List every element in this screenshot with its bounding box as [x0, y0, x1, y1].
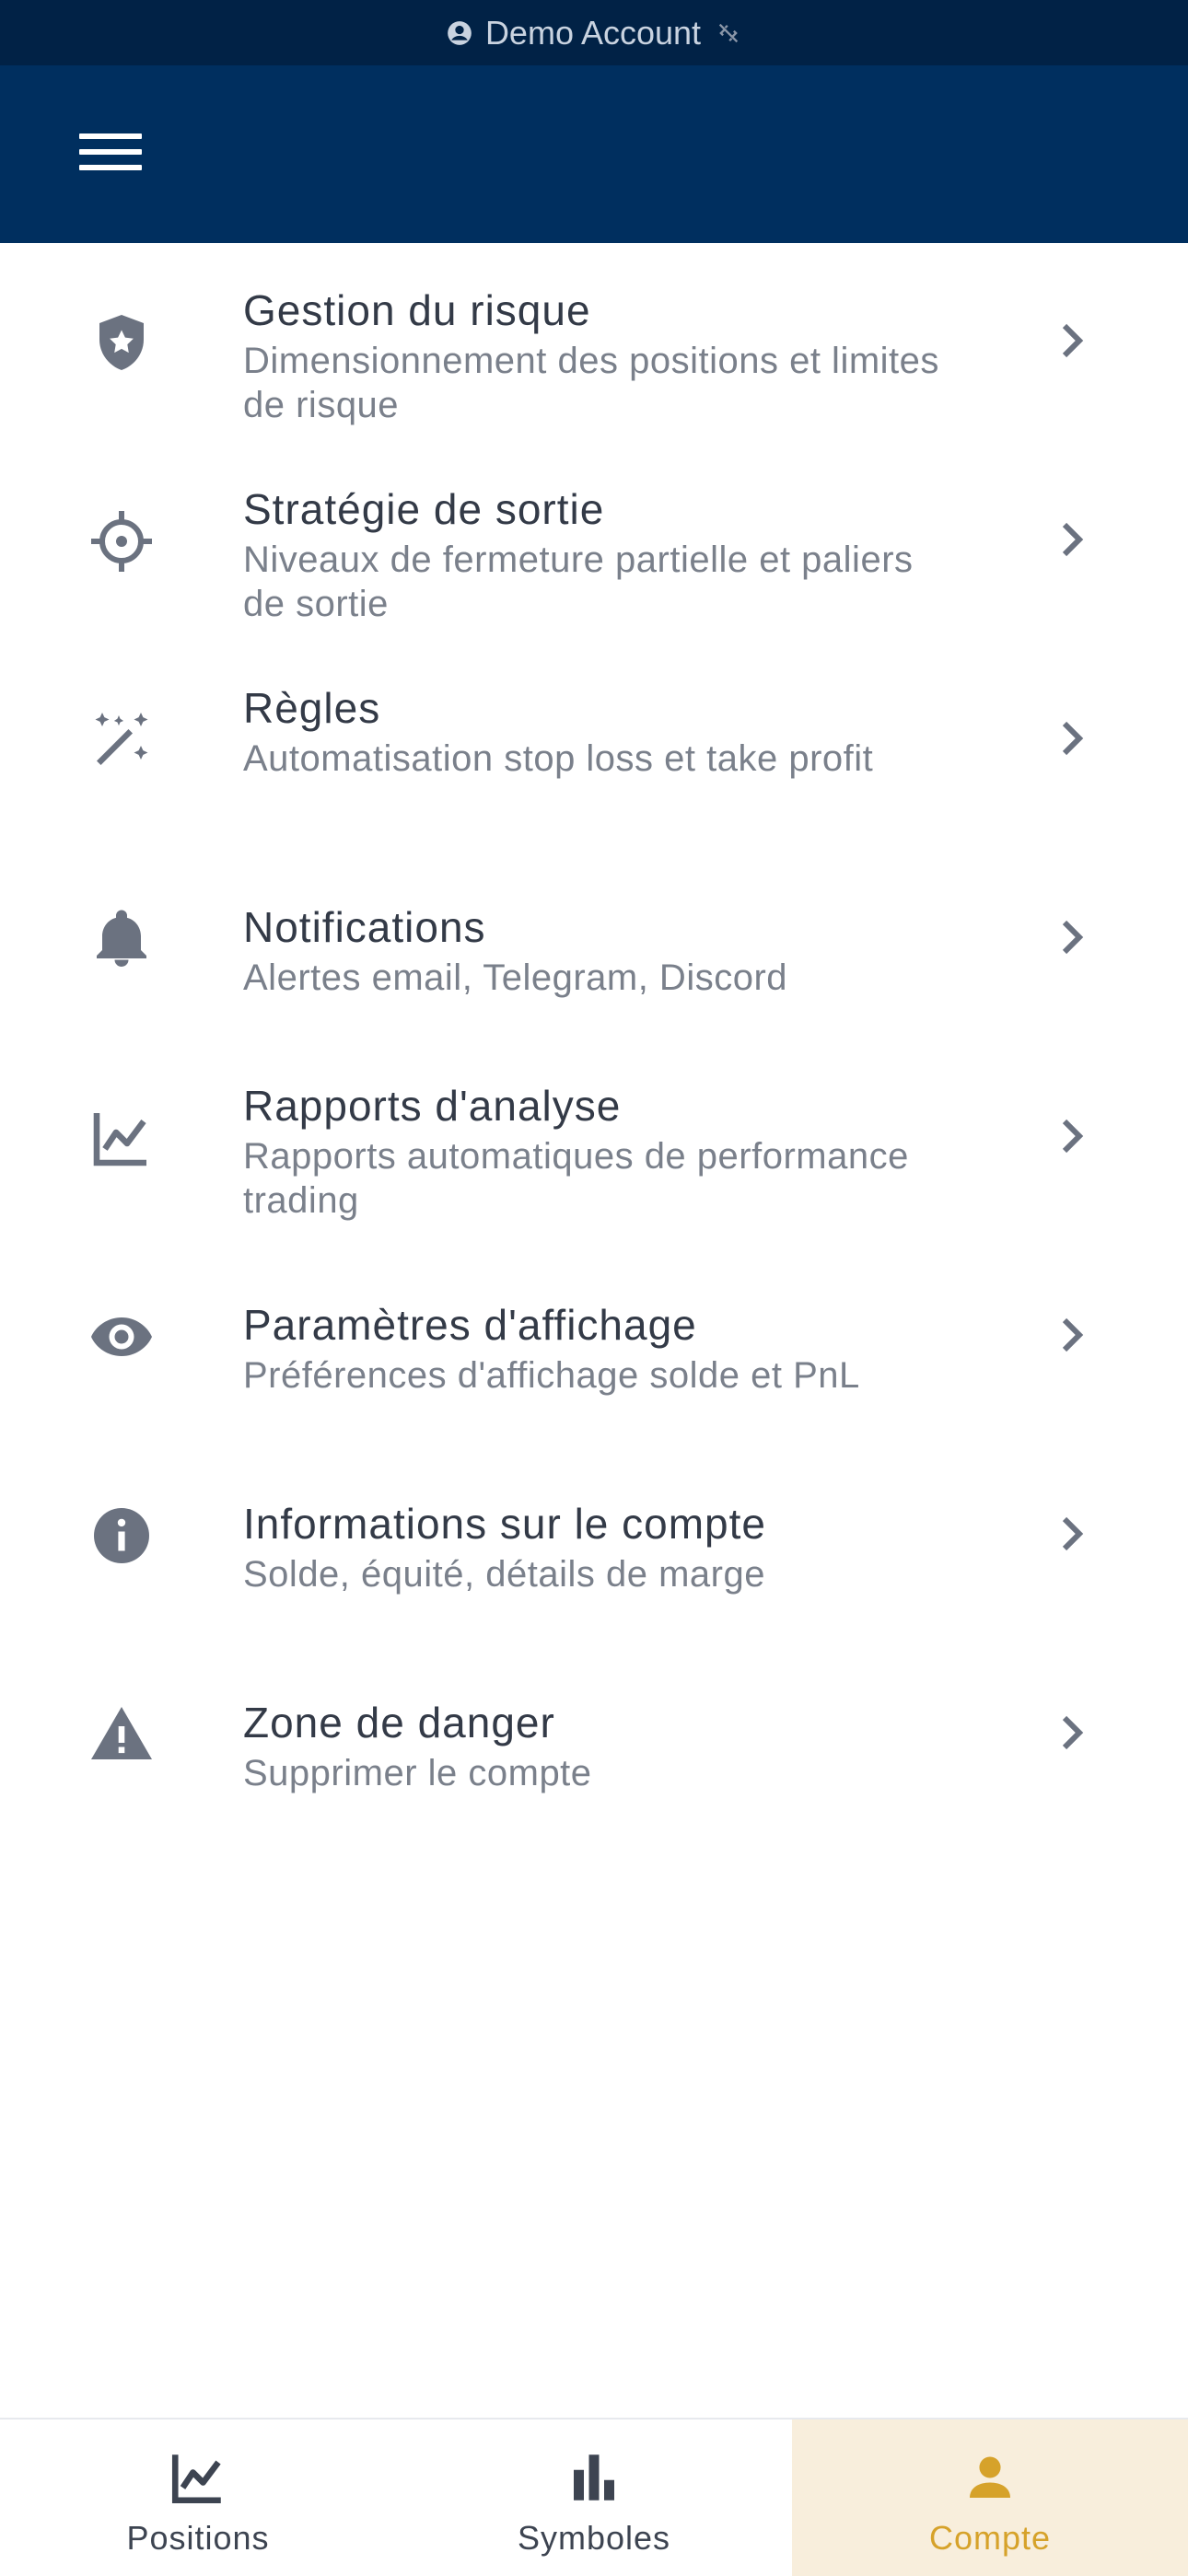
bottom-navigation: Positions Symboles Compte	[0, 2418, 1188, 2576]
settings-item-display-settings[interactable]: Paramètres d'affichage Préférences d'aff…	[0, 1237, 1188, 1436]
settings-item-analysis-reports[interactable]: Rapports d'analyse Rapports automatiques…	[0, 1039, 1188, 1237]
line-chart-icon	[168, 2447, 228, 2508]
app-bar	[0, 65, 1188, 243]
nav-tab-compte[interactable]: Compte	[792, 2419, 1188, 2576]
settings-item-title: Règles	[243, 684, 381, 732]
settings-item-subtitle: Rapports automatiques de performance tra…	[243, 1136, 909, 1221]
settings-item-title: Gestion du risque	[243, 286, 591, 334]
settings-item-title: Rapports d'analyse	[243, 1082, 622, 1130]
eye-icon	[88, 1304, 155, 1370]
settings-item-notifications[interactable]: Notifications Alertes email, Telegram, D…	[0, 840, 1188, 1039]
settings-item-subtitle: Solde, équité, détails de marge	[243, 1554, 765, 1595]
settings-item-subtitle: Dimensionnement des positions et limites…	[243, 341, 939, 425]
settings-item-rules[interactable]: Règles Automatisation stop loss et take …	[0, 641, 1188, 840]
nav-tab-positions[interactable]: Positions	[0, 2419, 396, 2576]
chevron-right-icon	[1059, 1116, 1085, 1156]
settings-item-title: Notifications	[243, 903, 486, 951]
bar-chart-icon	[564, 2447, 624, 2508]
account-circle-icon	[448, 20, 472, 45]
chevron-right-icon	[1059, 1315, 1085, 1355]
settings-item-account-info[interactable]: Informations sur le compte Solde, équité…	[0, 1436, 1188, 1635]
status-bar: Demo Account	[0, 0, 1188, 65]
shield-star-icon	[88, 309, 155, 376]
settings-item-title: Informations sur le compte	[243, 1500, 767, 1548]
chevron-right-icon	[1059, 320, 1085, 361]
settings-item-subtitle: Automatisation stop loss et take profit	[243, 738, 874, 779]
nav-tab-label: Compte	[928, 2519, 1052, 2557]
settings-item-exit-strategy[interactable]: Stratégie de sortie Niveaux de fermeture…	[0, 442, 1188, 641]
account-label: Demo Account	[484, 13, 702, 52]
line-chart-icon	[88, 1105, 155, 1171]
hamburger-menu-icon[interactable]	[79, 133, 142, 178]
link-off-icon	[718, 23, 739, 42]
bell-icon	[88, 906, 155, 972]
person-icon	[960, 2447, 1020, 2508]
chevron-right-icon	[1059, 1514, 1085, 1554]
nav-tab-label: Symboles	[517, 2519, 671, 2557]
info-icon	[88, 1503, 155, 1569]
settings-item-danger-zone[interactable]: Zone de danger Supprimer le compte	[0, 1635, 1188, 1834]
settings-item-subtitle: Supprimer le compte	[243, 1753, 592, 1793]
settings-item-subtitle: Alertes email, Telegram, Discord	[243, 957, 788, 998]
chevron-right-icon	[1059, 519, 1085, 560]
settings-item-subtitle: Niveaux de fermeture partielle et palier…	[243, 540, 914, 624]
chevron-right-icon	[1059, 718, 1085, 759]
magic-wand-icon	[88, 707, 155, 773]
settings-item-title: Zone de danger	[243, 1699, 555, 1746]
nav-tab-symboles[interactable]: Symboles	[396, 2419, 792, 2576]
chevron-right-icon	[1059, 917, 1085, 957]
settings-item-risk-management[interactable]: Gestion du risque Dimensionnement des po…	[0, 243, 1188, 442]
warning-icon	[88, 1701, 155, 1768]
settings-item-title: Stratégie de sortie	[243, 485, 605, 533]
settings-item-title: Paramètres d'affichage	[243, 1301, 697, 1349]
nav-tab-label: Positions	[126, 2519, 270, 2557]
settings-item-subtitle: Préférences d'affichage solde et PnL	[243, 1355, 860, 1396]
crosshair-icon	[88, 508, 155, 574]
chevron-right-icon	[1059, 1712, 1085, 1753]
